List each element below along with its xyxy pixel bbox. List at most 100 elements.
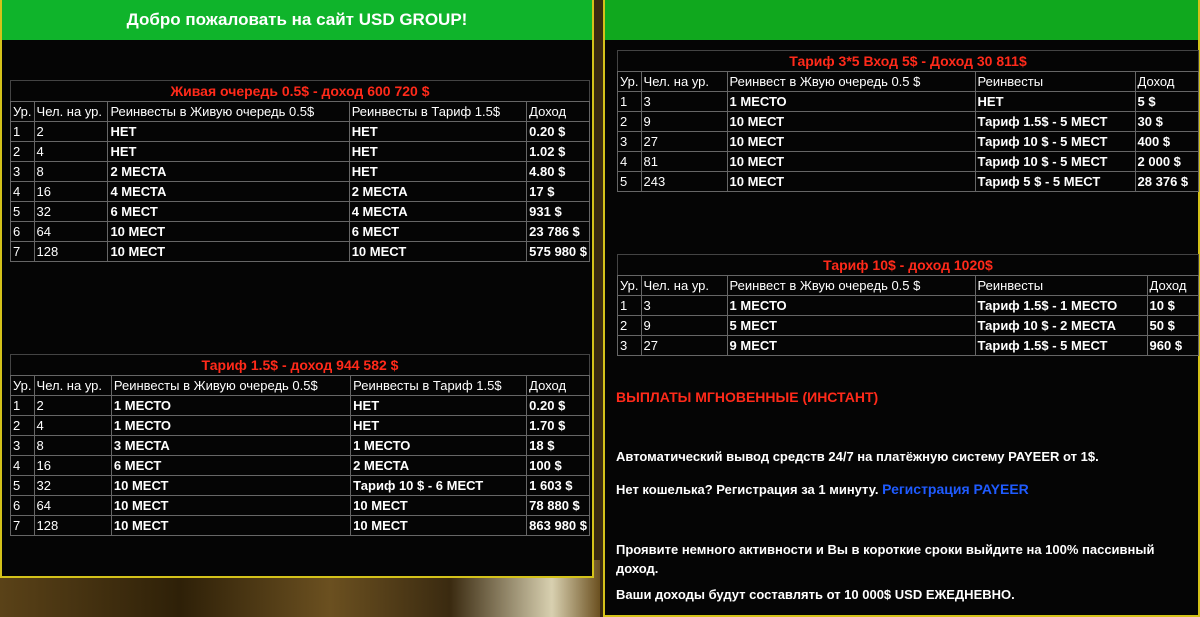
table-cell: 4	[33, 415, 112, 436]
table-cell: 4	[10, 181, 35, 202]
table-cell: 243	[640, 171, 728, 192]
table-cell: 9	[640, 111, 728, 132]
table-cell: 17 $	[526, 181, 590, 202]
table-cell: 10 МЕСТ	[726, 151, 976, 172]
table-cell: 128	[33, 515, 112, 536]
table-cell: 4 МЕСТА	[348, 201, 528, 222]
table-row: 1 2 НЕТ НЕТ 0.20 $	[10, 121, 590, 142]
table-cell: НЕТ	[348, 161, 528, 182]
table-row: 2 4 НЕТ НЕТ 1.02 $	[10, 141, 590, 162]
table-cell: 6	[10, 221, 35, 242]
right-header-bar	[605, 0, 1198, 40]
column-header: Чел. на ур.	[640, 275, 728, 296]
table-row: 4 16 4 МЕСТА 2 МЕСТА 17 $	[10, 181, 590, 202]
tariff-10-table: Тариф 10$ - доход 1020$ Ур. Чел. на ур. Ре…	[617, 254, 1200, 356]
table-cell: 1 МЕСТО	[350, 435, 528, 456]
table-cell: 0.20 $	[526, 121, 590, 142]
table-cell: 30 $	[1134, 111, 1200, 132]
table-cell: 10 МЕСТ	[107, 241, 350, 262]
table-cell: 128	[33, 241, 109, 262]
table-cell: Тариф 10 $ - 5 МЕСТ	[974, 151, 1136, 172]
tariff-1-5-title: Тариф 1.5$ - доход 944 582 $	[10, 354, 590, 375]
table-cell: 7	[10, 241, 35, 262]
table-cell: 50 $	[1146, 315, 1200, 336]
table-cell: 23 786 $	[526, 221, 590, 242]
table-cell: 4 МЕСТА	[107, 181, 350, 202]
table-cell: 2	[33, 395, 112, 416]
table-cell: 28 376 $	[1134, 171, 1200, 192]
table-cell: Тариф 10 $ - 6 МЕСТ	[350, 475, 528, 496]
table-cell: 16	[33, 181, 109, 202]
table-cell: 3 МЕСТА	[110, 435, 352, 456]
table-cell: 10 МЕСТ	[350, 515, 528, 536]
live-queue-title: Живая очередь 0.5$ - доход 600 720 $	[10, 80, 590, 101]
table-cell: 6 МЕСТ	[107, 201, 350, 222]
table-row: 121 МЕСТО НЕТ 0.20 $	[10, 395, 590, 416]
column-header: Доход	[1134, 71, 1200, 92]
table-cell: 5	[10, 201, 35, 222]
table-cell: 1 МЕСТО	[110, 395, 352, 416]
table-cell: Тариф 10 $ - 5 МЕСТ	[974, 131, 1136, 152]
table-row: 2 9 10 МЕСТ Тариф 1.5$ - 5 МЕСТ 30 $	[617, 111, 1200, 132]
table-cell: 10 $	[1146, 295, 1200, 316]
activity-text: Проявите немного активности и Вы в корот…	[616, 542, 1155, 576]
table-header-row: Ур. Чел. на ур. Реинвест в Жвую очередь 0.…	[617, 275, 1200, 296]
table-cell: НЕТ	[348, 141, 528, 162]
table-cell: 5 $	[1134, 91, 1200, 112]
table-cell: 863 980 $	[526, 515, 590, 536]
table-cell: Тариф 5 $ - 5 МЕСТ	[974, 171, 1136, 192]
auto-withdraw-text: Автоматический вывод средств 24/7 на пла…	[616, 449, 1099, 464]
table-row: 6 64 10 МЕСТ 10 МЕСТ 78 880 $	[10, 495, 590, 516]
table-cell: 6 МЕСТ	[110, 455, 352, 476]
table-row: 5 32 6 МЕСТ 4 МЕСТА 931 $	[10, 201, 590, 222]
live-queue-table: Живая очередь 0.5$ - доход 600 720 $ Ур.…	[10, 80, 590, 262]
table-cell: 575 980 $	[526, 241, 590, 262]
table-cell: 3	[10, 161, 35, 182]
welcome-header: Добро пожаловать на сайт USD GROUP!	[2, 0, 592, 40]
table-cell: 10 МЕСТ	[726, 111, 976, 132]
table-row: 131 МЕСТО Тариф 1.5$ - 1 МЕСТО 10 $	[617, 295, 1200, 316]
table-cell: 2 000 $	[1134, 151, 1200, 172]
table-cell: 4	[33, 141, 109, 162]
table-header-row: Ур. Чел. на ур. Реинвесты в Живую очередь …	[10, 101, 590, 122]
table-cell: 64	[33, 221, 109, 242]
register-payeer-link[interactable]: Регистрация PAYEER	[882, 481, 1029, 497]
tariff-3x5-table: Тариф 3*5 Вход 5$ - Доход 30 811$ Ур. Чел…	[617, 50, 1200, 192]
table-cell: 81	[640, 151, 728, 172]
table-row: 4 81 10 МЕСТ Тариф 10 $ - 5 МЕСТ 2 000 $	[617, 151, 1200, 172]
table-cell: 4.80 $	[526, 161, 590, 182]
table-cell: 3	[640, 295, 728, 316]
table-cell: 5 МЕСТ	[726, 315, 976, 336]
table-cell: Тариф 10 $ - 2 МЕСТА	[974, 315, 1148, 336]
table-cell: 1	[10, 395, 35, 416]
table-cell: НЕТ	[107, 141, 350, 162]
table-cell: 7	[10, 515, 35, 536]
table-cell: 1 603 $	[526, 475, 590, 496]
table-row: 5 32 10 МЕСТ Тариф 10 $ - 6 МЕСТ 1 603 $	[10, 475, 590, 496]
table-cell: 10 МЕСТ	[110, 515, 352, 536]
table-cell: 78 880 $	[526, 495, 590, 516]
table-cell: 1.02 $	[526, 141, 590, 162]
table-cell: 100 $	[526, 455, 590, 476]
tariff-3x5-title: Тариф 3*5 Вход 5$ - Доход 30 811$	[617, 50, 1199, 71]
column-header: Ур.	[617, 71, 642, 92]
table-cell: 2 МЕСТА	[350, 455, 528, 476]
left-panel: Добро пожаловать на сайт USD GROUP! Жива…	[0, 0, 594, 578]
table-cell: НЕТ	[350, 395, 528, 416]
column-header: Реинвест в Жвую очередь 0.5 $	[726, 71, 976, 92]
column-header: Чел. на ур.	[33, 101, 109, 122]
table-cell: 960 $	[1146, 335, 1200, 356]
column-header: Реинвесты	[974, 71, 1136, 92]
table-row: 241 МЕСТО НЕТ 1.70 $	[10, 415, 590, 436]
table-header-row: Ур. Чел. на ур. Реинвест в Жвую очередь 0.…	[617, 71, 1200, 92]
table-row: 7 128 10 МЕСТ 10 МЕСТ 575 980 $	[10, 241, 590, 262]
column-header: Реинвест в Жвую очередь 0.5 $	[726, 275, 976, 296]
table-cell: 3	[617, 335, 642, 356]
table-cell: 2	[617, 315, 642, 336]
table-cell: 1 МЕСТО	[726, 91, 976, 112]
table-cell: 3	[640, 91, 728, 112]
no-wallet-text: Нет кошелька? Регистрация за 1 минуту.	[616, 482, 879, 497]
table-cell: 1	[617, 91, 642, 112]
column-header: Доход	[526, 375, 590, 396]
table-cell: 3	[617, 131, 642, 152]
